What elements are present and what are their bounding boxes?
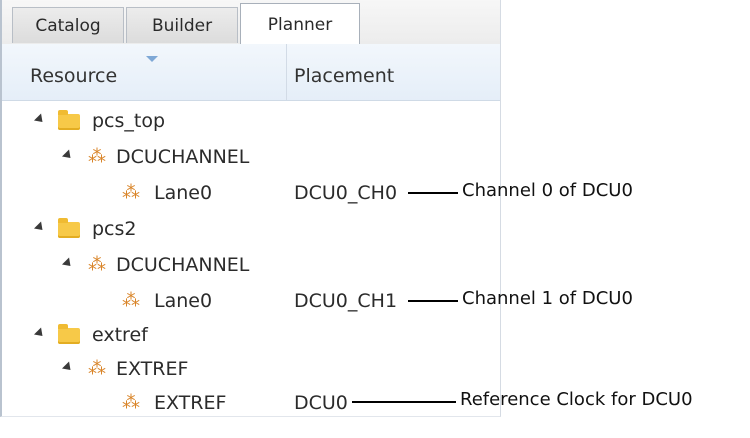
tree-label: EXTREF — [116, 358, 189, 380]
tree-row-dcuchannel[interactable]: ⁂ DCUCHANNEL — [2, 248, 500, 284]
folder-icon — [58, 218, 80, 238]
component-icon: ⁂ — [88, 358, 106, 379]
expander-icon[interactable] — [61, 257, 75, 270]
tree-row-lane0[interactable]: ⁂ Lane0 DCU0_CH1 — [2, 284, 500, 320]
tree-label: Lane0 — [154, 290, 213, 312]
placement-value[interactable]: DCU0_CH0 — [294, 181, 397, 205]
component-icon: ⁂ — [122, 182, 140, 203]
column-header-resource[interactable]: Resource — [30, 44, 117, 100]
folder-icon — [58, 110, 80, 130]
folder-icon — [58, 324, 80, 344]
callout-line — [408, 300, 458, 302]
callout-line — [408, 192, 458, 194]
tree-label: DCUCHANNEL — [116, 146, 250, 168]
placement-value[interactable]: DCU0_CH1 — [294, 289, 397, 313]
tree-row-lane0[interactable]: ⁂ Lane0 DCU0_CH0 — [2, 176, 500, 212]
column-header: Resource Placement — [2, 44, 500, 101]
planner-panel: Catalog Builder Planner Resource Placeme… — [0, 0, 501, 417]
expander-icon[interactable] — [61, 149, 75, 162]
placement-value[interactable]: DCU0 — [294, 391, 348, 415]
tab-bar: Catalog Builder Planner — [2, 0, 500, 45]
sort-indicator-icon — [146, 56, 158, 62]
tab-catalog[interactable]: Catalog — [12, 7, 124, 43]
tree-label: pcs_top — [92, 110, 166, 132]
tree-label: pcs2 — [92, 218, 137, 240]
callout-label: Channel 1 of DCU0 — [462, 288, 633, 309]
expander-icon[interactable] — [33, 327, 47, 340]
tree-row-pcs2[interactable]: pcs2 — [2, 212, 500, 248]
tree-row-extref-component[interactable]: ⁂ EXTREF — [2, 352, 500, 388]
callout-label: Reference Clock for DCU0 — [460, 389, 693, 410]
component-icon: ⁂ — [122, 290, 140, 311]
tree-label: DCUCHANNEL — [116, 254, 250, 276]
tree-row-dcuchannel[interactable]: ⁂ DCUCHANNEL — [2, 140, 500, 176]
callout-label: Channel 0 of DCU0 — [462, 180, 633, 201]
tree-label: EXTREF — [154, 392, 227, 414]
tree-row-extref-leaf[interactable]: ⁂ EXTREF DCU0 — [2, 386, 500, 422]
expander-icon[interactable] — [61, 361, 75, 374]
expander-icon[interactable] — [33, 113, 47, 126]
tab-planner[interactable]: Planner — [240, 3, 360, 44]
tree-label: Lane0 — [154, 182, 213, 204]
column-header-placement[interactable]: Placement — [294, 44, 394, 100]
component-icon: ⁂ — [122, 392, 140, 413]
callout-line — [352, 401, 456, 403]
column-divider[interactable] — [286, 44, 287, 100]
expander-icon[interactable] — [33, 221, 47, 234]
tab-builder[interactable]: Builder — [126, 7, 238, 43]
component-icon: ⁂ — [88, 254, 106, 275]
tree-row-extref[interactable]: extref — [2, 318, 500, 354]
component-icon: ⁂ — [88, 146, 106, 167]
tree-label: extref — [92, 324, 148, 346]
tree-row-pcs-top[interactable]: pcs_top — [2, 104, 500, 140]
